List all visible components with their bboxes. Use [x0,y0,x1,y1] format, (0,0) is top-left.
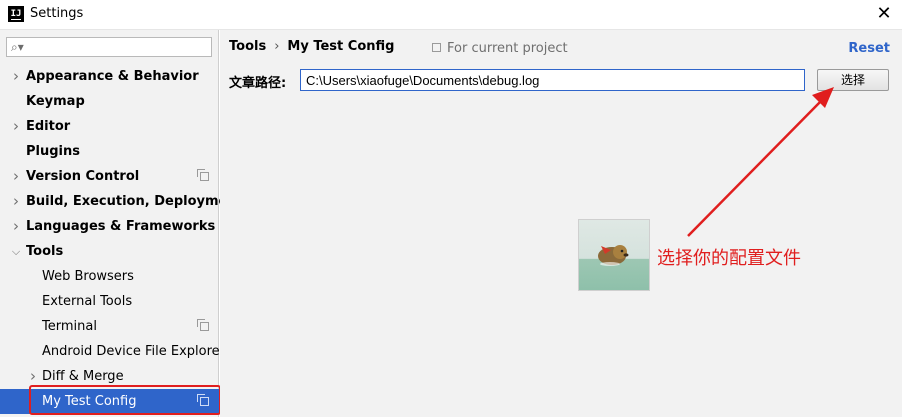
chevron-right-icon[interactable]: › [28,364,38,389]
intellij-app-icon: IJ [8,6,24,22]
sidebar-item-label: Android Device File Explorer [42,344,225,359]
sidebar-item-label: Plugins [26,144,80,159]
sidebar-item-label: External Tools [42,294,133,309]
chevron-down-icon[interactable]: ⌵ [11,239,21,264]
search-icon: ⌕▾ [11,40,24,54]
sidebar-item-plugins[interactable]: Plugins [0,139,219,164]
scope-label: For current project [447,41,568,56]
search-field[interactable]: ⌕▾ [6,37,212,57]
sidebar-item-label: Build, Execution, Deployment [26,194,243,209]
copy-icon [197,319,209,331]
sidebar-item-label: Tools [26,244,64,259]
sidebar-item-label: Diff & Merge [42,369,124,384]
chevron-right-icon[interactable]: › [11,114,21,139]
sidebar-item-terminal[interactable]: Terminal [0,314,219,339]
sidebar-item-languages-frameworks[interactable]: › Languages & Frameworks [0,214,219,239]
sidebar-item-editor[interactable]: › Editor [0,114,219,139]
scope-indicator: For current project [432,41,568,56]
sidebar-item-appearance-behavior[interactable]: › Appearance & Behavior [0,64,219,89]
main-panel: Tools › My Test Config For current project… [220,30,902,417]
copy-icon [197,169,209,181]
copy-icon [432,43,441,52]
sidebar-item-tools[interactable]: ⌵ Tools [0,239,219,264]
settings-sidebar: ⌕▾ › Appearance & Behavior Keymap › Editor Pl… [0,30,243,417]
breadcrumb-separator: › [274,39,280,54]
path-label: 文章路径: [229,76,287,91]
sidebar-item-android-device-file-explorer[interactable]: Android Device File Explorer [0,339,225,364]
close-icon[interactable]: ✕ [872,3,896,27]
chevron-right-icon[interactable]: › [11,214,21,239]
breadcrumb: Tools › My Test Config [229,39,394,54]
doge-sticker-image [578,219,650,291]
sidebar-item-label: My Test Config [42,394,137,409]
sidebar-item-label: Version Control [26,169,140,184]
sidebar-item-version-control[interactable]: › Version Control [0,164,219,189]
sidebar-item-label: Terminal [42,319,97,334]
breadcrumb-parent[interactable]: Tools [229,39,266,54]
sidebar-item-keymap[interactable]: Keymap [0,89,219,114]
choose-button[interactable]: 选择 [817,69,889,91]
path-input[interactable] [300,69,805,91]
copy-icon [197,394,209,406]
sidebar-item-label: Editor [26,119,71,134]
doge-icon [598,245,629,266]
sidebar-item-external-tools[interactable]: External Tools [0,289,219,314]
reset-link[interactable]: Reset [848,41,890,56]
sidebar-item-label: Keymap [26,94,85,109]
sidebar-item-web-browsers[interactable]: Web Browsers [0,264,219,289]
sidebar-item-my-test-config[interactable]: My Test Config [0,389,219,414]
sidebar-item-build-execution-deployment[interactable]: › Build, Execution, Deployment [0,189,243,214]
annotation-text: 选择你的配置文件 [657,248,801,269]
sidebar-item-label: Web Browsers [42,269,134,284]
chevron-right-icon[interactable]: › [11,64,21,89]
chevron-right-icon[interactable]: › [11,164,21,189]
sidebar-item-label: Languages & Frameworks [26,219,216,234]
sidebar-item-label: Appearance & Behavior [26,69,199,84]
title-bar: IJ Settings ✕ [0,0,902,30]
chevron-right-icon[interactable]: › [11,189,21,214]
window-title: Settings [30,6,84,21]
sidebar-item-diff-merge[interactable]: › Diff & Merge [0,364,219,389]
breadcrumb-current: My Test Config [287,39,395,54]
